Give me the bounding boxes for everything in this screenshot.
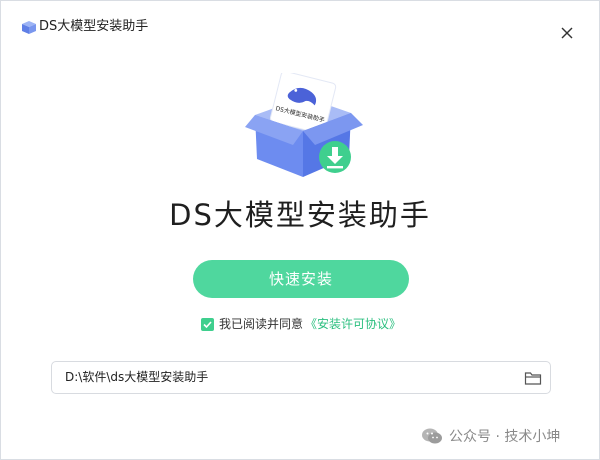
- quick-install-button[interactable]: 快速安装: [193, 260, 409, 298]
- install-path-field: [51, 361, 551, 394]
- box-with-download-illustration: DS大模型安装助手: [245, 73, 363, 177]
- folder-icon[interactable]: [524, 370, 542, 386]
- download-icon: [319, 141, 351, 173]
- agreement-checkbox[interactable]: [201, 317, 214, 331]
- wechat-icon: [422, 428, 442, 444]
- agreement-text: 我已阅读并同意: [219, 317, 304, 331]
- checkmark-icon: [203, 320, 212, 328]
- title-bar: DS大模型安装助手: [1, 1, 599, 41]
- window-title: DS大模型安装助手: [39, 19, 149, 34]
- product-name: DS大模型安装助手: [169, 198, 431, 232]
- install-path-input[interactable]: [65, 362, 505, 393]
- watermark: 公众号 · 技术小坤: [421, 425, 560, 447]
- installer-window: DS大模型安装助手 DS大模型安装助手 DS大模型安装助手 快速安装 我已阅读并…: [0, 0, 600, 460]
- close-icon[interactable]: [555, 21, 579, 45]
- license-agreement-link[interactable]: 《安装许可协议》: [305, 315, 401, 333]
- package-box-icon: [22, 21, 36, 34]
- watermark-text: 公众号 · 技术小坤: [449, 429, 561, 445]
- agreement-row: 我已阅读并同意 《安装许可协议》: [201, 315, 401, 333]
